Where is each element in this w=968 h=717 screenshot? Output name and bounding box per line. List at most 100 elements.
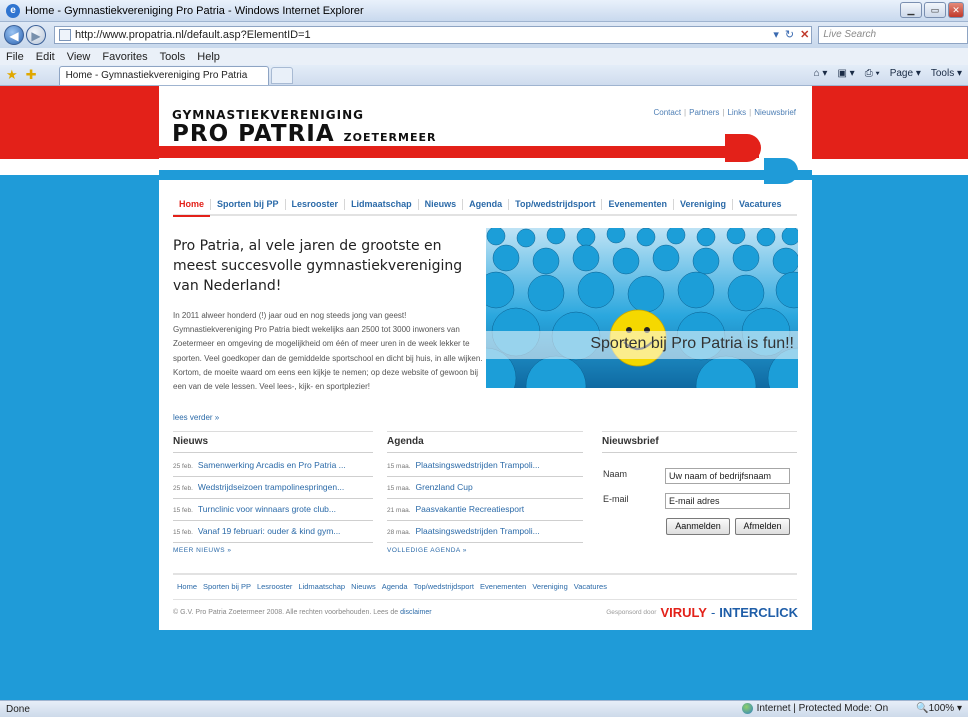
site-logo[interactable]: PRO PATRIA ZOETERMEER	[172, 121, 436, 147]
window-title: Home - Gymnastiekvereniging Pro Patria -…	[25, 4, 364, 17]
dropdown-arrow-icon[interactable]: ▾	[773, 28, 779, 41]
status-bar: Done Internet | Protected Mode: On 🔍100%…	[0, 700, 968, 717]
agenda-title: Grenzland Cup	[415, 482, 473, 492]
nav-lesrooster[interactable]: Lesrooster	[286, 198, 346, 210]
nav-home[interactable]: Home	[173, 198, 212, 217]
news-item[interactable]: 15 feb. Turnclinic voor winnaars grote cl…	[173, 504, 336, 514]
nav-topsport[interactable]: Top/wedstrijdsport	[509, 198, 603, 210]
address-field[interactable]: http://www.propatria.nl/default.asp?Elem…	[53, 26, 813, 44]
footer-divider-2	[173, 599, 797, 600]
footer-link-evenementen[interactable]: Evenementen	[480, 582, 526, 591]
toplink-nieuwsbrief[interactable]: Nieuwsbrief	[754, 108, 796, 117]
footer-link-agenda[interactable]: Agenda	[382, 582, 408, 591]
menu-favorites[interactable]: Favorites	[102, 51, 147, 63]
news-top-divider	[173, 431, 373, 432]
read-more-link[interactable]: lees verder »	[173, 413, 219, 422]
window-controls: ▁ ▭ ✕	[900, 2, 964, 18]
feeds-icon[interactable]: ▣ ▾	[837, 68, 854, 79]
more-news-link[interactable]: MEER NIEUWS »	[173, 547, 232, 554]
stop-icon[interactable]: ✕	[800, 28, 809, 41]
top-links: Contact | Partners | Links | Nieuwsbrief	[653, 108, 796, 117]
footer-link-home[interactable]: Home	[177, 582, 197, 591]
interclick-logo[interactable]: INTERCLICK	[719, 605, 798, 620]
news-item[interactable]: 25 feb. Samenwerking Arcadis en Pro Patri…	[173, 460, 346, 470]
footer-link-topsport[interactable]: Top/wedstrijdsport	[414, 582, 474, 591]
nav-agenda[interactable]: Agenda	[463, 198, 510, 210]
nav-vacatures[interactable]: Vacatures	[733, 199, 788, 210]
name-field[interactable]	[665, 468, 790, 484]
subscribe-button[interactable]: Aanmelden	[666, 518, 730, 535]
menu-tools[interactable]: Tools	[160, 51, 186, 63]
menu-help[interactable]: Help	[197, 51, 220, 63]
menu-view[interactable]: View	[67, 51, 91, 63]
browser-tab[interactable]: Home - Gymnastiekvereniging Pro Patria	[58, 65, 269, 85]
footer-link-lesrooster[interactable]: Lesrooster	[257, 582, 292, 591]
add-favorite-icon[interactable]: ✚	[26, 67, 37, 83]
sponsor-dash: -	[710, 605, 716, 620]
nav-sporten[interactable]: Sporten bij PP	[211, 198, 286, 210]
page-menu[interactable]: Page ▾	[890, 68, 921, 79]
agenda-date: 15 maa.	[387, 463, 411, 470]
news-title: Vanaf 19 februari: ouder & kind gym...	[197, 526, 341, 536]
maximize-button[interactable]: ▭	[924, 2, 946, 18]
favorites-star-icon[interactable]: ★	[6, 67, 18, 83]
news-title: Wedstrijdseizoen trampolinespringen...	[197, 482, 345, 492]
minimize-button[interactable]: ▁	[900, 2, 922, 18]
agenda-item[interactable]: 28 maa. Plaatsingswedstrijden Trampoli...	[387, 526, 540, 536]
copyright-text: © G.V. Pro Patria Zoetermeer 2008. Alle …	[173, 609, 399, 616]
newsletter-header-line	[602, 452, 797, 453]
name-label: Naam	[603, 469, 628, 479]
nav-lidmaatschap[interactable]: Lidmaatschap	[345, 198, 419, 210]
toplink-links[interactable]: Links	[727, 108, 746, 117]
full-agenda-link[interactable]: VOLLEDIGE AGENDA »	[387, 547, 467, 554]
main-nav: Home Sporten bij PP Lesrooster Lidmaatsc…	[173, 194, 797, 217]
viruly-logo[interactable]: VIRULY	[660, 605, 706, 620]
close-button[interactable]: ✕	[948, 2, 964, 18]
tools-menu[interactable]: Tools ▾	[931, 68, 962, 79]
ie-logo-icon: e	[6, 3, 20, 18]
footer-link-sporten[interactable]: Sporten bij PP	[203, 582, 251, 591]
status-text: Done	[6, 703, 30, 715]
security-zone[interactable]: Internet | Protected Mode: On	[741, 703, 888, 714]
refresh-icon[interactable]: ↻	[785, 28, 794, 41]
search-input[interactable]: Live Search	[818, 26, 968, 44]
news-row-line	[173, 520, 373, 521]
site-header: GYMNASTIEKVERENIGING PRO PATRIA ZOETERME…	[159, 86, 812, 186]
nav-evenementen[interactable]: Evenementen	[602, 198, 674, 210]
footer-link-nieuws[interactable]: Nieuws	[351, 582, 376, 591]
news-item[interactable]: 25 feb. Wedstrijdseizoen trampolinespring…	[173, 482, 344, 492]
toplink-partners[interactable]: Partners	[689, 108, 719, 117]
menu-edit[interactable]: Edit	[36, 51, 55, 63]
news-row-line	[173, 498, 373, 499]
back-button[interactable]: ◀	[4, 25, 24, 45]
nav-nieuws[interactable]: Nieuws	[419, 198, 464, 210]
disclaimer-link[interactable]: disclaimer	[400, 609, 432, 616]
globe-icon	[741, 703, 753, 714]
news-date: 15 feb.	[173, 507, 193, 514]
agenda-title: Plaatsingswedstrijden Trampoli...	[415, 460, 540, 470]
footer-divider	[173, 573, 797, 575]
email-field[interactable]	[665, 493, 790, 509]
agenda-title: Plaatsingswedstrijden Trampoli...	[415, 526, 540, 536]
toplink-contact[interactable]: Contact	[653, 108, 681, 117]
agenda-item[interactable]: 15 maa. Plaatsingswedstrijden Trampoli...	[387, 460, 540, 470]
footer-link-vacatures[interactable]: Vacatures	[574, 582, 607, 591]
news-item[interactable]: 15 feb. Vanaf 19 februari: ouder & kind g…	[173, 526, 340, 536]
news-date: 25 feb.	[173, 463, 193, 470]
unsubscribe-button[interactable]: Afmelden	[735, 518, 790, 535]
agenda-item[interactable]: 21 maa. Paasvakantie Recreatiesport	[387, 504, 524, 514]
footer-link-lidmaatschap[interactable]: Lidmaatschap	[298, 582, 345, 591]
menu-file[interactable]: File	[6, 51, 24, 63]
forward-button[interactable]: ▶	[25, 25, 46, 45]
agenda-item[interactable]: 15 maa. Grenzland Cup	[387, 482, 473, 492]
home-icon[interactable]: ⌂ ▾	[814, 68, 828, 79]
zoom-control[interactable]: 🔍100% ▾	[916, 703, 962, 714]
hero-image[interactable]: Sporten bij Pro Patria is fun!!	[486, 228, 798, 388]
footer-link-vereniging[interactable]: Vereniging	[532, 582, 567, 591]
agenda-row-line	[387, 542, 583, 543]
url-text: http://www.propatria.nl/default.asp?Elem…	[74, 29, 311, 41]
new-tab-button[interactable]	[270, 66, 293, 84]
nav-vereniging[interactable]: Vereniging	[674, 198, 734, 210]
page-container: GYMNASTIEKVERENIGING PRO PATRIA ZOETERME…	[159, 86, 812, 630]
print-icon[interactable]: ⎙ ▾	[865, 68, 880, 79]
